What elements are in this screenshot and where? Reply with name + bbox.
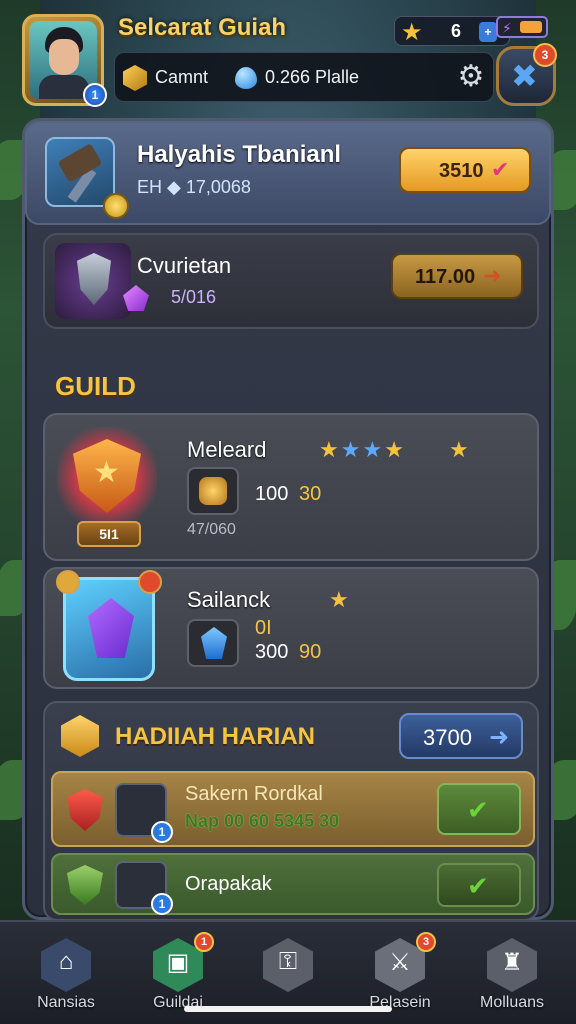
resource-bar: Camnt 0.266 Plalle ⚙ — [114, 52, 494, 102]
gear-icon: ⚙ — [457, 60, 485, 93]
coin-icon — [123, 65, 147, 91]
claim-reward-button[interactable]: ✔ — [437, 783, 521, 835]
daily-rewards-button[interactable]: 3700 ➜ — [399, 713, 523, 759]
reward-title: Orapakak — [185, 873, 272, 895]
quest-button[interactable]: ✖ 3 — [496, 43, 557, 106]
star-icon: ★ — [362, 437, 385, 462]
arrow-right-icon: ➜ — [483, 263, 502, 288]
checkmark-icon: ✔ — [467, 871, 489, 901]
main-panel: Halyahis Tbanianl EH ◆ 17,0068 3510 ✔ Cv… — [22, 118, 554, 921]
shield-icon — [67, 865, 103, 905]
reward-count-badge: 1 — [151, 893, 173, 915]
reward-row[interactable]: 1 Sakern Rordkal Nap 00 60 5345 30 ✔ — [51, 771, 535, 847]
quest-badge: 3 — [533, 43, 557, 67]
gem-icon — [235, 67, 257, 89]
guild-name: Sailanck — [187, 587, 271, 612]
shield-icon — [67, 789, 103, 831]
energy-battery: ⚡ — [496, 16, 548, 38]
nav-label: Molluans — [479, 994, 545, 1011]
daily-heading: HADIIAH HARIAN — [115, 723, 315, 750]
resource-value: 0.266 Plalle — [265, 67, 360, 87]
guild-level-label: 5I1 — [77, 521, 141, 547]
chest-icon — [199, 477, 227, 505]
hammer-item-tile — [45, 137, 129, 219]
buy-shield-button[interactable]: 117.00 ➜ — [391, 253, 523, 299]
coin-icon — [103, 193, 129, 219]
arrow-right-icon: ➜ — [489, 724, 510, 751]
star-icon: ★ — [93, 456, 120, 489]
claim-reward-button[interactable]: ✔ — [437, 863, 521, 907]
avatar-level-badge: 1 — [83, 83, 107, 107]
guild-card[interactable]: Sailanck ★ 0I 300 90 — [43, 567, 539, 689]
lock-icon-glyph: ⚿ — [278, 948, 298, 975]
ticket-icon: ✔ — [491, 157, 510, 182]
add-stars-button[interactable]: + — [479, 22, 497, 42]
reward-item-tile: 1 — [115, 861, 173, 915]
star-count: 6 — [451, 21, 462, 41]
shield-item-tile — [55, 243, 131, 319]
gem-icon — [201, 627, 227, 659]
settings-button[interactable]: ⚙ — [453, 59, 489, 95]
nav-badge: 3 — [416, 932, 436, 952]
home-indicator — [184, 1006, 392, 1012]
guild-value-bonus: 90 — [299, 641, 322, 663]
checkmark-icon: ✔ — [467, 795, 489, 825]
guild-chest-tile — [187, 467, 239, 515]
guild-name: Meleard — [187, 437, 267, 462]
guild-card[interactable]: ★ 5I1 Meleard ★★★★ ★ 100 30 47/060 — [43, 413, 539, 561]
nav-badge: 1 — [194, 932, 214, 952]
gem-icon — [88, 598, 134, 658]
offer-card-shield[interactable]: Cvurietan 5/016 117.00 ➜ — [43, 233, 539, 329]
offer-card-hammer[interactable]: Halyahis Tbanianl EH ◆ 17,0068 3510 ✔ — [25, 121, 551, 225]
guild-icon-glyph: ▣ — [166, 949, 190, 976]
guild-value: 300 — [255, 641, 289, 663]
nav-item-castle[interactable]: ♜ Molluans — [462, 932, 562, 1022]
star-icon: ★ — [329, 587, 349, 612]
guild-heading: GUILD — [55, 371, 136, 401]
offer-title: Cvurietan — [137, 253, 232, 278]
daily-button-label: 3700 — [423, 725, 472, 750]
star-icon: ★ — [340, 437, 363, 462]
guild-value-top: 0I — [255, 617, 272, 639]
offer-title: Halyahis Tbanianl — [137, 141, 342, 168]
offer-subtitle: EH ◆ 17,0068 — [137, 177, 251, 197]
shield-icon — [77, 253, 111, 305]
resource-label: Camnt — [155, 67, 209, 87]
reward-title: Sakern Rordkal — [185, 783, 323, 805]
guild-rating: ★★★★ — [319, 437, 406, 463]
price-label: 117.00 — [415, 266, 476, 288]
star-icon: ★ — [384, 437, 406, 462]
reward-subtitle: Nap 00 60 5345 30 — [185, 811, 340, 831]
quest-icon-glyph: ⚔ — [389, 949, 411, 976]
offer-subtitle: 5/016 — [171, 287, 217, 307]
guild-members: 47/060 — [187, 521, 236, 538]
buy-hammer-button[interactable]: 3510 ✔ — [399, 147, 531, 193]
guild-emblem: ★ 5I1 — [51, 421, 167, 555]
star-currency-chip[interactable]: ★ 6 + — [394, 16, 510, 46]
nav-label: Nansias — [37, 994, 95, 1011]
puzzle-icon: ✖ — [511, 58, 538, 94]
star-icon: ★ — [401, 19, 423, 46]
energy-icon: ⚡ — [502, 20, 512, 36]
daily-rewards-section: HADIIAH HARIAN 3700 ➜ 1 Sakern Rordkal N… — [43, 701, 539, 921]
daily-badge-icon — [61, 715, 99, 757]
price-label: 3510 — [439, 160, 484, 182]
star-icon: ★ — [449, 437, 469, 462]
star-icon: ★ — [319, 437, 341, 462]
home-icon-glyph: ⌂ — [58, 948, 74, 975]
player-name: Selcarat Guiah — [118, 14, 287, 41]
reward-count-badge: 1 — [151, 821, 173, 843]
castle-icon-glyph: ♜ — [501, 949, 523, 976]
guild-value: 100 — [255, 483, 289, 505]
guild-gem-tile — [187, 619, 239, 667]
reward-item-tile: 1 — [115, 783, 173, 843]
top-bar: 1 Selcarat Guiah ★ 6 + ⚡ Camnt 0.266 Pla… — [18, 8, 558, 108]
reward-row[interactable]: 1 Orapakak ✔ — [51, 853, 535, 915]
guild-value-bonus: 30 — [299, 483, 322, 505]
nav-item-home[interactable]: ⌂ Nansias — [16, 932, 116, 1022]
player-avatar[interactable]: 1 — [22, 14, 107, 107]
guild-emblem — [56, 570, 162, 681]
